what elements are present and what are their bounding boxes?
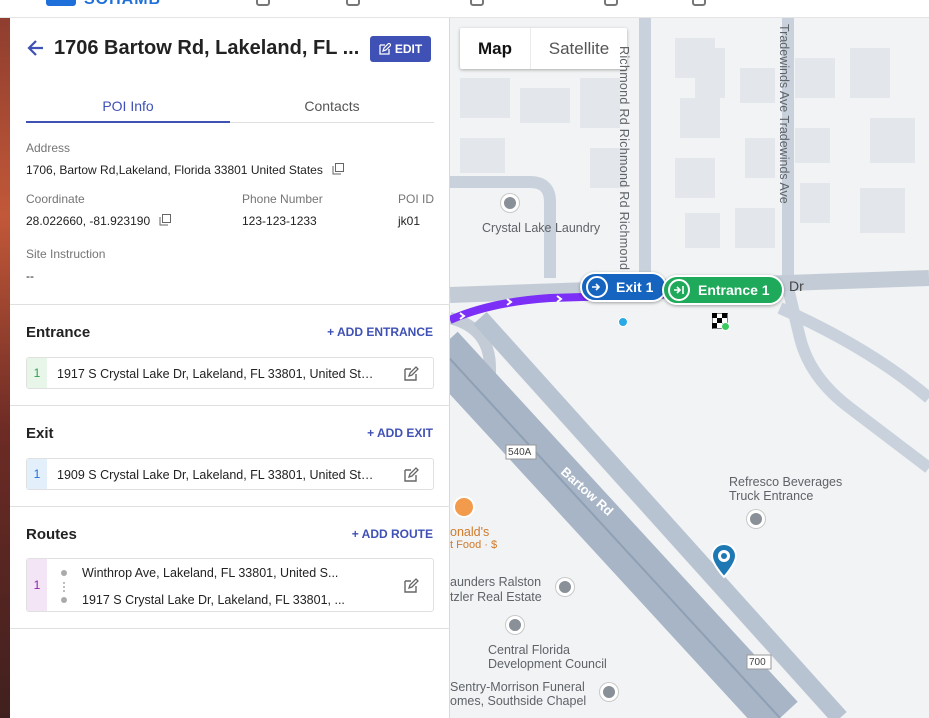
site-instruction-label: Site Instruction: [26, 247, 106, 261]
exit-address: 1909 S Crystal Lake Dr, Lakeland, FL 338…: [57, 468, 377, 482]
map-label-cfdc-1: Central Florida: [488, 643, 570, 657]
map-label-mcdonalds: onald's: [450, 525, 490, 539]
map-label-richmond-rd: Richmond Rd Richmond Rd Richmond Rd: [617, 46, 631, 291]
entrance-card[interactable]: 1 1917 S Crystal Lake Dr, Lakeland, FL 3…: [26, 357, 434, 389]
exit-icon: [586, 276, 608, 298]
route-card[interactable]: 1 Winthrop Ave, Lakeland, FL 33801, Unit…: [26, 558, 434, 612]
map-canvas: [450, 18, 929, 718]
entrance-address: 1917 S Crystal Lake Dr, Lakeland, FL 338…: [57, 367, 377, 381]
coordinate-text: 28.022660, -81.923190: [26, 214, 151, 228]
toolbar-icon[interactable]: [692, 0, 706, 6]
edit-button[interactable]: EDIT: [370, 36, 431, 62]
map-view[interactable]: Map Satellite Richmond Rd Richmond Rd Ri…: [450, 18, 929, 718]
route-from: Winthrop Ave, Lakeland, FL 33801, United…: [82, 566, 339, 580]
tab-poi-info[interactable]: POI Info: [26, 92, 230, 123]
copy-icon[interactable]: [159, 214, 172, 226]
app-logo-icon[interactable]: [46, 0, 76, 6]
route-number: 1: [27, 559, 47, 611]
coordinate-value: 28.022660, -81.923190: [26, 214, 172, 228]
divider: [10, 628, 450, 629]
poi-id-label: POI ID: [398, 192, 435, 206]
edit-icon: [379, 43, 391, 55]
edit-route-icon[interactable]: [403, 578, 419, 594]
entrance-icon: [668, 279, 690, 301]
map-label-tradewinds-ave: Tradewinds Ave Tradewinds Ave: [777, 24, 791, 204]
map-label-sentry-1: Sentry-Morrison Funeral: [450, 680, 585, 694]
map-view-button[interactable]: Map: [460, 28, 530, 69]
desktop-edge: [0, 0, 10, 718]
entrance-number: 1: [27, 358, 47, 388]
app-brand: SOHAMB: [84, 0, 161, 9]
restaurant-icon[interactable]: [453, 496, 475, 518]
toolbar-icon[interactable]: [604, 0, 618, 6]
entrance-marker-label: Entrance 1: [698, 282, 770, 298]
shield-700: 700: [749, 657, 766, 668]
divider: [10, 405, 450, 406]
copy-icon[interactable]: [332, 163, 345, 175]
address-label: Address: [26, 141, 71, 155]
divider: [10, 304, 450, 305]
map-label-sentry-2: omes, Southside Chapel: [450, 694, 587, 708]
exit-number: 1: [27, 459, 47, 489]
exit-heading: Exit: [26, 425, 54, 442]
edit-entrance-icon[interactable]: [403, 366, 419, 382]
toolbar-icon[interactable]: [256, 0, 270, 6]
exit-point-dot[interactable]: [618, 317, 628, 327]
map-label-laundry: Crystal Lake Laundry: [482, 221, 601, 235]
poi-marker-icon[interactable]: [501, 194, 519, 212]
edit-exit-icon[interactable]: [403, 467, 419, 483]
divider: [10, 506, 450, 507]
phone-label: Phone Number: [242, 192, 323, 206]
map-label-fast-food: t Food · $: [450, 539, 498, 551]
entrance-point-dot[interactable]: [721, 322, 730, 331]
map-label-truck-entrance: Truck Entrance: [729, 489, 814, 503]
location-pin-icon[interactable]: [709, 542, 739, 578]
map-label-saunders-1: aunders Ralston: [450, 575, 542, 589]
phone-value: 123-123-1233: [242, 214, 317, 228]
site-instruction-value: --: [26, 269, 34, 283]
address-text: 1706, Bartow Rd,Lakeland, Florida 33801 …: [26, 163, 323, 177]
toolbar-icon[interactable]: [346, 0, 360, 6]
map-label-cfdc-2: Development Council: [488, 657, 607, 671]
satellite-view-button[interactable]: Satellite: [530, 28, 627, 69]
map-type-toggle: Map Satellite: [460, 28, 627, 69]
toolbar-icon[interactable]: [470, 0, 484, 6]
route-to: 1917 S Crystal Lake Dr, Lakeland, FL 338…: [82, 593, 345, 607]
add-entrance-button[interactable]: + ADD ENTRANCE: [327, 325, 433, 339]
poi-detail-panel: 1706 Bartow Rd, Lakeland, FL ... EDIT PO…: [10, 18, 450, 718]
route-dots-icon: [61, 570, 67, 603]
address-value: 1706, Bartow Rd,Lakeland, Florida 33801 …: [26, 163, 345, 177]
tab-bar: POI Info Contacts: [26, 92, 434, 123]
tab-contacts[interactable]: Contacts: [230, 92, 434, 123]
map-label-refresco: Refresco Beverages: [729, 475, 843, 489]
entrance-marker[interactable]: Entrance 1: [662, 275, 784, 305]
add-exit-button[interactable]: + ADD EXIT: [367, 426, 433, 440]
back-arrow-icon[interactable]: [26, 38, 46, 58]
panel-header: 1706 Bartow Rd, Lakeland, FL ... EDIT: [10, 18, 450, 78]
poi-marker-icon[interactable]: [506, 616, 524, 634]
exit-marker[interactable]: Exit 1: [580, 272, 668, 302]
app-topbar: SOHAMB: [0, 0, 929, 18]
poi-marker-icon[interactable]: [556, 578, 574, 596]
entrance-heading: Entrance: [26, 324, 91, 341]
edit-label: EDIT: [394, 42, 423, 56]
poi-marker-icon[interactable]: [747, 510, 765, 528]
coordinate-label: Coordinate: [26, 192, 85, 206]
routes-heading: Routes: [26, 526, 77, 543]
poi-marker-icon[interactable]: [600, 683, 618, 701]
map-label-saunders-2: tzler Real Estate: [450, 590, 542, 604]
page-title: 1706 Bartow Rd, Lakeland, FL ...: [54, 37, 360, 59]
poi-id-value: jk01: [398, 214, 421, 228]
exit-marker-label: Exit 1: [616, 279, 654, 295]
map-label-dr: Dr: [789, 278, 804, 294]
add-route-button[interactable]: + ADD ROUTE: [352, 527, 433, 541]
exit-card[interactable]: 1 1909 S Crystal Lake Dr, Lakeland, FL 3…: [26, 458, 434, 490]
shield-540a: 540A: [508, 447, 532, 458]
